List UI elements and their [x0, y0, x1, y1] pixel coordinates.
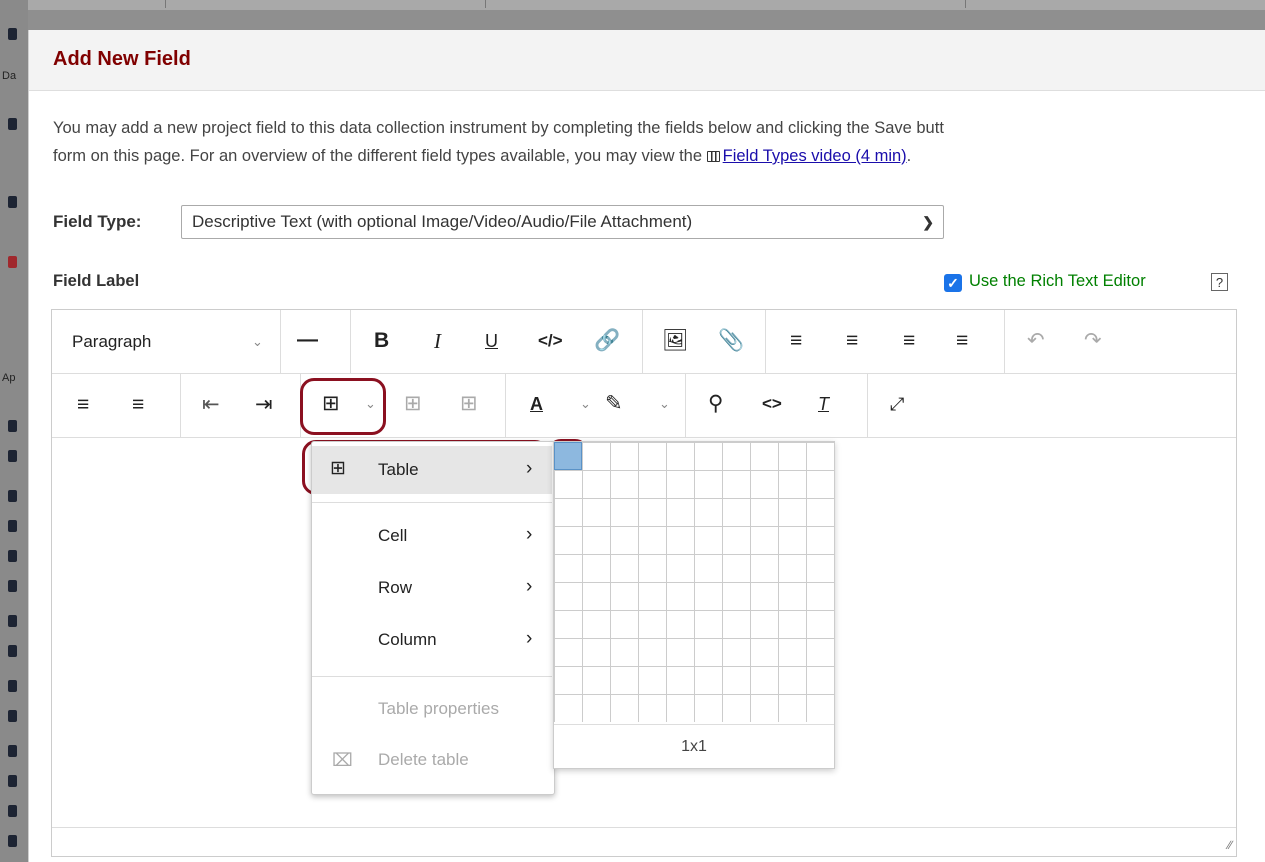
menu-item-table-properties[interactable]: Table properties: [312, 685, 552, 733]
sidebar-icon: [8, 550, 17, 562]
intro-line-2-prefix: form on this page. For an overview of th…: [53, 147, 703, 165]
menu-item-row[interactable]: Row ›: [312, 564, 552, 612]
intro-line-2: form on this page. For an overview of th…: [53, 142, 1265, 170]
field-label-heading: Field Label: [53, 272, 140, 290]
align-right-icon[interactable]: ≡: [903, 329, 915, 353]
chevron-right-icon: ›: [526, 524, 533, 545]
chevron-right-icon: ›: [526, 458, 533, 479]
undo-icon[interactable]: ↶: [1027, 329, 1045, 353]
resize-handle-icon[interactable]: ∕∕: [1228, 838, 1232, 852]
grid-cell-selected[interactable]: [554, 442, 582, 470]
field-type-select[interactable]: Descriptive Text (with optional Image/Vi…: [181, 205, 944, 239]
sidebar-icon: [8, 520, 17, 532]
delete-table-icon: ⌧: [332, 750, 353, 770]
highlight-color-icon[interactable]: ✎: [605, 392, 623, 416]
table-menu: ⊞ Table › Cell › Row › Column › Table pr…: [311, 441, 555, 795]
sidebar-icon: [8, 710, 17, 722]
table-props-icon[interactable]: ⊞: [460, 392, 478, 416]
chevron-down-icon[interactable]: ⌄: [580, 396, 591, 412]
text-color-icon[interactable]: A: [530, 392, 543, 416]
menu-item-delete-table[interactable]: ⌧ Delete table: [312, 736, 552, 784]
dialog-header: Add New Field: [29, 30, 1265, 91]
source-code-icon[interactable]: <>: [762, 392, 782, 416]
table-cell-props-icon[interactable]: ⊞: [404, 392, 422, 416]
sidebar-fragment-text: Da: [2, 70, 17, 82]
sidebar-icon: [8, 805, 17, 817]
intro-line-2-suffix: .: [906, 147, 912, 165]
sidebar-icon: [8, 680, 17, 692]
align-center-icon[interactable]: ≡: [846, 329, 858, 353]
sidebar-icon: [8, 256, 17, 268]
field-type-label: Field Type:: [53, 212, 142, 231]
chevron-right-icon: ›: [526, 628, 533, 649]
menu-item-label: Table properties: [378, 699, 499, 718]
clear-format-icon[interactable]: T: [818, 392, 829, 416]
outdent-icon[interactable]: ⇤: [202, 393, 220, 417]
sidebar-icon: [8, 645, 17, 657]
underline-icon[interactable]: U: [485, 329, 498, 353]
menu-item-label: Table: [378, 460, 419, 479]
code-icon[interactable]: </>: [538, 329, 563, 353]
chevron-right-icon: ›: [526, 576, 533, 597]
sidebar-icon: [8, 775, 17, 787]
table-icon: ⊞: [330, 458, 346, 479]
intro-text: You may add a new project field to this …: [53, 114, 1265, 170]
sidebar-icon: [8, 745, 17, 757]
dialog-title: Add New Field: [53, 48, 191, 70]
link-icon[interactable]: 🔗: [594, 329, 620, 353]
sidebar-icon: [8, 615, 17, 627]
editor-statusbar: ∕∕: [52, 827, 1236, 856]
bullet-list-icon[interactable]: ≡: [77, 393, 89, 417]
numbered-list-icon[interactable]: ≡: [132, 393, 144, 417]
image-icon[interactable]: 🖼: [662, 329, 689, 353]
sidebar-icon: [8, 118, 17, 130]
sidebar-icon: [8, 28, 17, 40]
background-sidebar: Da Ap: [0, 0, 28, 862]
bold-icon[interactable]: B: [374, 329, 389, 353]
film-icon: [706, 151, 720, 162]
chevron-down-icon: ❯: [922, 214, 934, 230]
menu-item-label: Delete table: [378, 750, 469, 769]
menu-item-label: Row: [378, 578, 413, 597]
redo-icon[interactable]: ↷: [1084, 329, 1102, 353]
intro-line-1: You may add a new project field to this …: [53, 119, 944, 137]
rich-text-label[interactable]: Use the Rich Text Editor: [969, 272, 1146, 291]
menu-item-label: Column: [378, 630, 437, 649]
align-left-icon[interactable]: ≡: [790, 329, 802, 353]
indent-icon[interactable]: ⇥: [255, 393, 273, 417]
sidebar-icon: [8, 420, 17, 432]
sidebar-icon: [8, 835, 17, 847]
align-justify-icon[interactable]: ≡: [956, 329, 968, 353]
chevron-down-icon[interactable]: ⌄: [659, 396, 670, 412]
toolbar-row-2: ≡ ≡ ⇤ ⇥ ⊞ ⌄ ⊞ ⊞ A ⌄ ✎ ⌄ ⚲ <> T ⤢: [52, 374, 1236, 438]
field-type-value: Descriptive Text (with optional Image/Vi…: [192, 212, 693, 231]
attachment-icon[interactable]: 📎: [718, 329, 744, 353]
menu-item-cell[interactable]: Cell ›: [312, 512, 552, 560]
paragraph-format-select[interactable]: Paragraph: [72, 332, 151, 352]
horizontal-rule-icon[interactable]: —: [297, 328, 318, 352]
sidebar-fragment-text: Ap: [2, 372, 16, 384]
fullscreen-icon[interactable]: ⤢: [890, 392, 904, 416]
table-size-grid[interactable]: [554, 442, 834, 722]
rich-text-checkbox[interactable]: ✓: [944, 274, 962, 292]
sidebar-icon: [8, 490, 17, 502]
menu-item-table[interactable]: ⊞ Table ›: [312, 446, 552, 494]
search-icon[interactable]: ⚲: [708, 392, 723, 416]
italic-icon[interactable]: I: [434, 329, 441, 353]
help-button[interactable]: ?: [1211, 273, 1228, 291]
chevron-down-icon[interactable]: ⌄: [252, 334, 263, 350]
table-size-picker[interactable]: 1x1: [553, 441, 835, 769]
sidebar-icon: [8, 580, 17, 592]
background-page-topbar: [0, 0, 1265, 10]
field-types-video-link[interactable]: Field Types video (4 min): [723, 147, 907, 165]
highlight-table-button: [300, 378, 386, 435]
menu-item-column[interactable]: Column ›: [312, 616, 552, 664]
menu-item-label: Cell: [378, 526, 408, 545]
sidebar-icon: [8, 196, 17, 208]
table-size-label: 1x1: [554, 724, 834, 769]
sidebar-icon: [8, 450, 17, 462]
toolbar-row-1: Paragraph ⌄ — B I U </> 🔗 🖼 📎 ≡ ≡ ≡ ≡ ↶ …: [52, 310, 1236, 374]
